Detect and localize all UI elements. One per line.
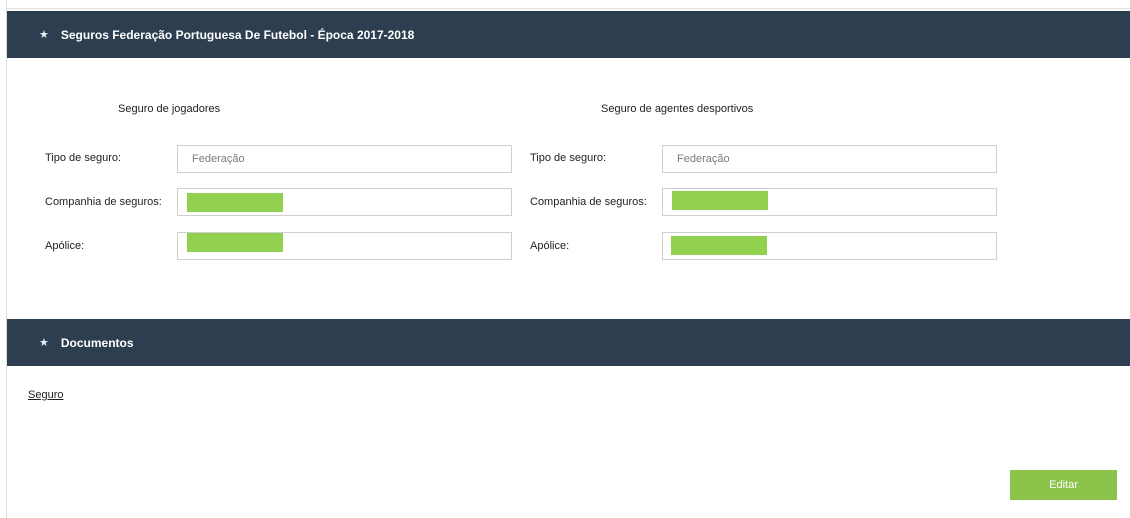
players-type-label: Tipo de seguro: (45, 152, 122, 164)
agents-company-label: Companhia de seguros: (530, 196, 647, 208)
page-border (6, 0, 7, 518)
agents-type-label: Tipo de seguro: (530, 152, 607, 164)
agents-section-title: Seguro de agentes desportivos (601, 103, 754, 115)
players-company-redaction (187, 193, 283, 212)
players-section-title: Seguro de jogadores (118, 103, 221, 115)
edit-button[interactable]: Editar (1010, 470, 1117, 500)
players-policy-redaction (187, 233, 283, 252)
players-type-value: Federação (192, 153, 245, 165)
insurance-panel-title: Seguros Federação Portuguesa De Futebol … (60, 27, 415, 42)
documents-panel-header: ★ Documentos (7, 319, 1130, 366)
documents-panel-title: Documentos (60, 335, 134, 350)
agents-policy-label: Apólice: (530, 240, 570, 252)
star-icon: ★ (39, 337, 49, 349)
seguro-document-link[interactable]: Seguro (28, 389, 63, 401)
star-icon: ★ (39, 29, 49, 41)
players-type-field[interactable]: Federação (177, 145, 512, 173)
agents-policy-redaction (671, 236, 767, 255)
players-company-label: Companhia de seguros: (45, 196, 162, 208)
insurance-panel-header: ★ Seguros Federação Portuguesa De Futebo… (7, 11, 1130, 58)
agents-type-value: Federação (677, 153, 730, 165)
players-policy-label: Apólice: (45, 240, 85, 252)
agents-company-redaction (672, 191, 768, 210)
agents-type-field[interactable]: Federação (662, 145, 997, 173)
top-divider (6, 8, 1130, 9)
